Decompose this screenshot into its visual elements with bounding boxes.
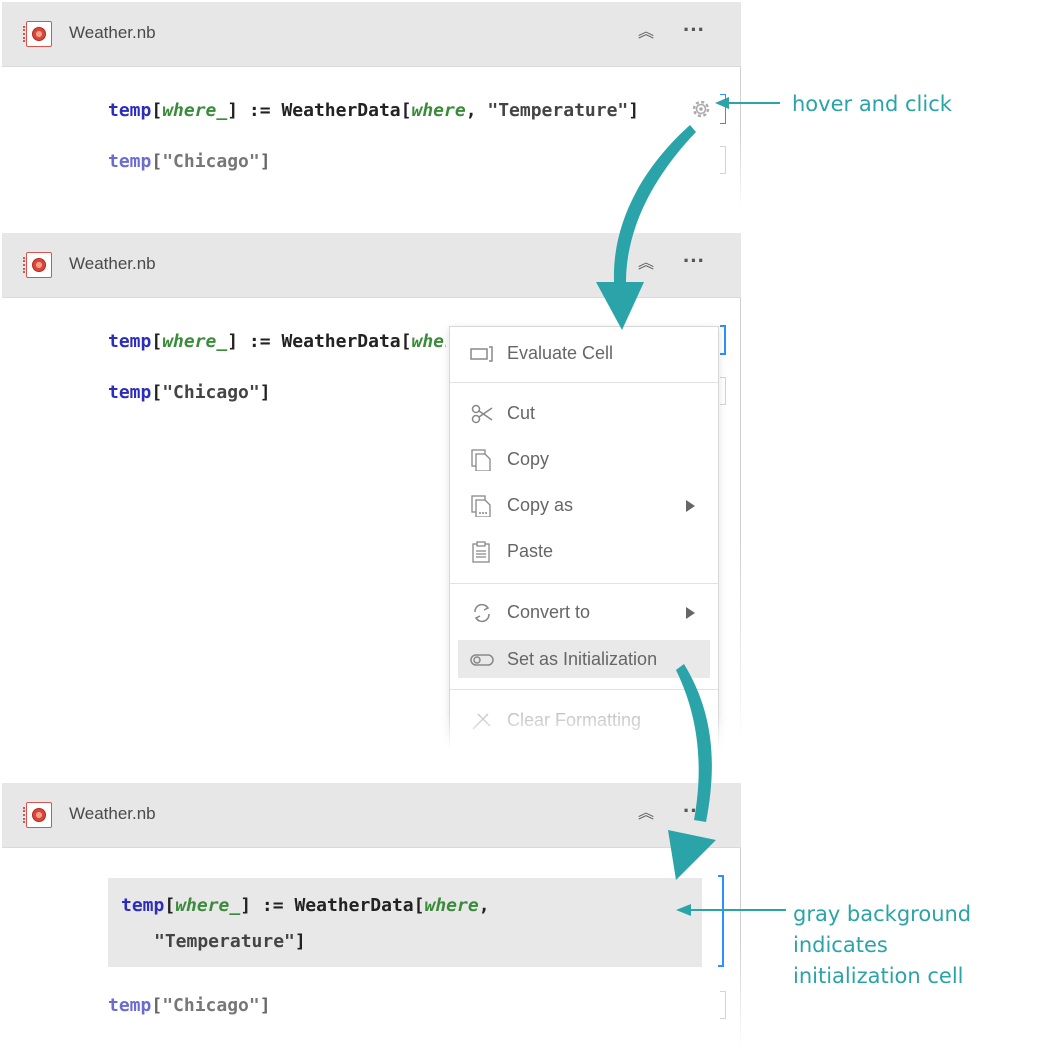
copy-icon xyxy=(471,449,491,471)
more-options-button[interactable]: ··· xyxy=(680,250,708,272)
input-cell-call[interactable]: temp["Chicago"] xyxy=(108,995,271,1016)
menu-item-cut[interactable]: Cut xyxy=(450,394,718,432)
notebook-titlebar: Weather.nb ︽ ··· xyxy=(2,783,741,848)
scissors-icon xyxy=(471,404,493,424)
menu-separator xyxy=(450,583,718,584)
notebook-title: Weather.nb xyxy=(69,804,156,823)
evaluate-cell-icon xyxy=(470,346,493,362)
notebook-icon xyxy=(23,802,52,828)
more-options-button[interactable]: ··· xyxy=(680,19,708,41)
notebook-window-1: Weather.nb ︽ ··· temp[where_] := Weather… xyxy=(2,2,741,220)
notebook-icon xyxy=(23,21,52,47)
cell-bracket-initialization[interactable] xyxy=(718,875,724,967)
initialization-cell-background xyxy=(108,878,702,967)
notebook-window-2: Weather.nb ︽ ··· temp[where_] := Weather… xyxy=(2,233,741,750)
menu-item-evaluate-cell[interactable]: Evaluate Cell xyxy=(450,334,718,372)
convert-icon xyxy=(474,603,490,623)
more-options-button[interactable]: ··· xyxy=(680,800,708,822)
cell-bracket[interactable] xyxy=(720,377,726,405)
input-cell-call[interactable]: temp["Chicago"] xyxy=(108,151,271,172)
cell-gear-icon[interactable] xyxy=(690,98,712,120)
menu-item-convert-to[interactable]: Convert to xyxy=(450,593,718,631)
menu-separator xyxy=(450,689,718,690)
menu-item-paste[interactable]: Paste xyxy=(450,532,718,570)
initialization-cell-line-2[interactable]: "Temperature"] xyxy=(154,931,306,952)
cell-bracket[interactable] xyxy=(720,991,726,1019)
clear-formatting-icon xyxy=(472,713,491,730)
input-cell-call[interactable]: temp["Chicago"] xyxy=(108,382,271,403)
notebook-window-3: Weather.nb ︽ ··· temp[where_] := Weather… xyxy=(2,783,741,1052)
submenu-arrow-icon xyxy=(686,607,695,619)
menu-separator xyxy=(450,382,718,383)
collapse-chevron-icon[interactable]: ︽ xyxy=(634,803,656,825)
notebook-icon xyxy=(23,252,52,278)
collapse-chevron-icon[interactable]: ︽ xyxy=(634,253,656,275)
annotation-gray-background: gray background indicates initialization… xyxy=(793,902,972,988)
notebook-titlebar: Weather.nb ︽ ··· xyxy=(2,2,741,67)
copy-as-icon xyxy=(471,495,491,517)
cell-context-menu: Evaluate Cell Cut Copy Copy as Paste Con… xyxy=(449,326,719,750)
input-cell-definition-clipped[interactable]: temp[where_] := WeatherData[where xyxy=(108,331,446,357)
notebook-titlebar: Weather.nb ︽ ··· xyxy=(2,233,741,298)
initialization-cell-line-1[interactable]: temp[where_] := WeatherData[where, xyxy=(121,895,490,916)
annotation-hover-click: hover and click xyxy=(792,92,952,116)
cell-bracket-selected[interactable] xyxy=(720,94,726,124)
notebook-title: Weather.nb xyxy=(69,254,156,273)
menu-item-copy-as[interactable]: Copy as xyxy=(450,486,718,524)
collapse-chevron-icon[interactable]: ︽ xyxy=(634,22,656,44)
initialization-icon xyxy=(470,654,494,666)
paste-icon xyxy=(472,541,490,563)
cell-bracket-selected[interactable] xyxy=(720,325,726,355)
menu-item-copy[interactable]: Copy xyxy=(450,440,718,478)
input-cell-definition[interactable]: temp[where_] := WeatherData[where, "Temp… xyxy=(108,100,639,121)
menu-item-clear-formatting[interactable]: Clear Formatting xyxy=(450,701,718,739)
cell-bracket[interactable] xyxy=(720,146,726,174)
notebook-title: Weather.nb xyxy=(69,23,156,42)
menu-item-set-as-initialization[interactable]: Set as Initialization xyxy=(458,640,710,678)
submenu-arrow-icon xyxy=(686,500,695,512)
